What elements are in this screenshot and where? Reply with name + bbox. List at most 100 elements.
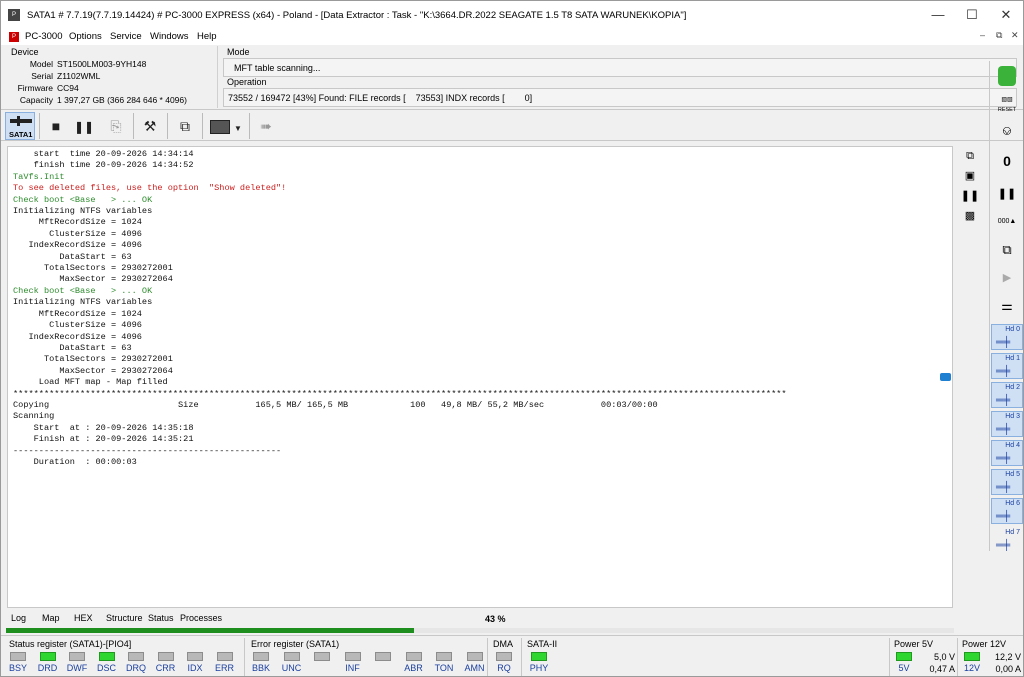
log-export-button[interactable]: ⧉	[960, 146, 980, 166]
tab-structure[interactable]: Structure	[106, 613, 143, 623]
led-5v	[896, 652, 912, 661]
hd-5-button[interactable]: Hd 5 ═╪	[991, 469, 1023, 495]
copy-button[interactable]: ⧉	[172, 113, 198, 139]
led-label: INF	[345, 663, 360, 673]
log-save-button[interactable]: ▣	[960, 166, 980, 186]
copy-close-button[interactable]: ⧉	[992, 237, 1022, 263]
side-pause-button[interactable]: ❚❚	[992, 181, 1022, 207]
play-button[interactable]: ▶	[992, 265, 1022, 291]
led-bbk	[253, 652, 269, 661]
power-button[interactable]: ⎉	[992, 123, 1022, 149]
divider	[957, 638, 958, 676]
reset-label: RESET	[997, 107, 1017, 113]
hd-label: Hd 2	[1005, 384, 1020, 391]
hd-4-button[interactable]: Hd 4 ═╪	[991, 440, 1023, 466]
counter-button[interactable]: 000▲	[992, 209, 1022, 235]
copy-close-icon: ⧉	[1002, 242, 1012, 257]
pause-icon: ❚❚	[960, 190, 980, 202]
led-12v	[964, 652, 980, 661]
tools-button[interactable]: ⚒	[137, 113, 163, 139]
pc3000-icon: P	[8, 9, 20, 21]
log-save-as-button[interactable]: ▩	[960, 206, 980, 226]
led-dsc	[98, 652, 115, 661]
led-label: ABR	[404, 663, 423, 673]
log-line: ClusterSize = 4096	[13, 320, 142, 331]
hd-2-button[interactable]: Hd 2 ═╪	[991, 382, 1023, 408]
close-button[interactable]: ✕	[989, 1, 1023, 29]
menu-help[interactable]: Help	[197, 31, 217, 42]
divider	[244, 638, 245, 676]
connector-button[interactable]: ⚌	[992, 293, 1022, 319]
power12-current: 0,00 A	[995, 664, 1021, 674]
export-button[interactable]: ⎘	[103, 113, 129, 139]
mdi-restore-button[interactable]: ⧉	[996, 30, 1002, 41]
led-idx	[187, 652, 203, 661]
serial-label: Serial	[31, 71, 53, 81]
tab-hex[interactable]: HEX	[74, 613, 93, 623]
tab-map[interactable]: Map	[42, 613, 60, 623]
log-line: Start at : 20-09-2026 14:35:18	[13, 422, 194, 433]
power-zero-icon: 0	[1003, 153, 1011, 169]
model-value: ST1500LM003-9YH148	[57, 59, 147, 69]
menu-service[interactable]: Service	[110, 31, 142, 42]
led-drq	[128, 652, 144, 661]
mdi-minimize-button[interactable]: –	[980, 30, 985, 40]
sata1-port-button[interactable]: SATA1	[5, 112, 35, 140]
led-label-5v: 5V	[898, 663, 910, 673]
hd-7-button[interactable]: Hd 7 ═╪	[991, 527, 1023, 553]
media-icon	[210, 120, 231, 135]
led-label: DRQ	[126, 663, 146, 673]
log-line: MftRecordSize = 1024	[13, 217, 142, 228]
hd-label: Hd 7	[1005, 529, 1020, 536]
hd-6-button[interactable]: Hd 6 ═╪	[991, 498, 1023, 524]
power-off-button[interactable]: 0	[992, 153, 1022, 179]
reset-button[interactable]: ▧▧ RESET	[992, 93, 1022, 119]
run-button[interactable]: ➠	[253, 113, 279, 139]
tab-processes[interactable]: Processes	[180, 613, 222, 623]
minimize-button[interactable]: —	[921, 1, 955, 29]
export-log-icon: ⧉	[966, 150, 974, 162]
log-line: TotalSectors = 2930272001	[13, 263, 173, 274]
pause-icon: ❚❚	[73, 120, 95, 134]
hd-connector-icon: ═╪	[996, 453, 1011, 464]
led-label: TON	[434, 663, 454, 673]
log-line: Duration : 00:00:03	[13, 456, 137, 467]
tab-status[interactable]: Status	[148, 613, 174, 623]
led-ton	[436, 652, 452, 661]
hd-1-button[interactable]: Hd 1 ═╪	[991, 353, 1023, 379]
power5-title: Power 5V	[894, 639, 934, 649]
stop-button[interactable]: ■	[43, 113, 69, 139]
log-pause-button[interactable]: ❚❚	[960, 186, 980, 206]
menu-options[interactable]: Options	[69, 31, 102, 42]
hd-0-button[interactable]: Hd 0 ═╪	[991, 324, 1023, 350]
database-button[interactable]	[992, 63, 1022, 89]
sata-title: SATA-II	[527, 639, 558, 649]
log-line: Load MFT map - Map filled	[13, 377, 168, 388]
progress-percent: 43 %	[485, 614, 506, 624]
scroll-thumb[interactable]	[940, 373, 951, 381]
menu-pc3000[interactable]: PC-3000	[25, 31, 63, 42]
maximize-button[interactable]: ☐	[955, 1, 989, 29]
led-label: UNC	[281, 663, 302, 673]
play-icon: ▶	[1002, 272, 1012, 284]
power5-current: 0,47 A	[929, 664, 955, 674]
log-panel[interactable]: start time 20-09-2026 14:34:14 finish ti…	[7, 146, 953, 608]
hd-connector-icon: ═╪	[996, 337, 1011, 348]
tab-log[interactable]: Log	[11, 613, 26, 623]
pc3000-menu-icon[interactable]: P	[9, 32, 19, 42]
menu-windows[interactable]: Windows	[150, 31, 189, 42]
pause-button[interactable]: ❚❚	[71, 113, 97, 139]
led-error-blank-2	[314, 652, 330, 661]
led-error-blank-4	[375, 652, 391, 661]
media-dropdown-button[interactable]: ▼	[207, 113, 245, 139]
mdi-close-button[interactable]: ✕	[1011, 30, 1019, 41]
power12-title: Power 12V	[962, 639, 1007, 649]
power5-voltage: 5,0 V	[933, 652, 955, 662]
mode-box: MFT table scanning...	[223, 58, 1017, 77]
pause-icon: ❚❚	[997, 188, 1017, 200]
hd-label: Hd 3	[1005, 413, 1020, 420]
app-window: P SATA1 # 7.7.19(7.7.19.14424) # PC-3000…	[0, 0, 1024, 677]
hd-3-button[interactable]: Hd 3 ═╪	[991, 411, 1023, 437]
led-phy	[531, 652, 547, 661]
log-line: IndexRecordSize = 4096	[13, 240, 142, 251]
